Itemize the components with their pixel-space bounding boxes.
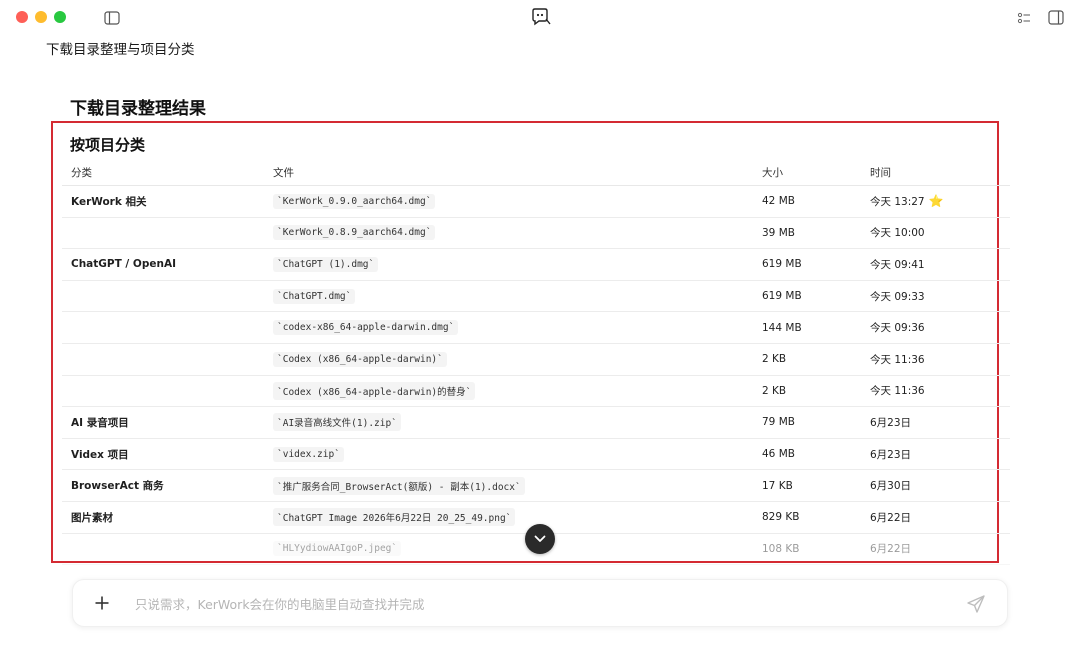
attach-button[interactable] — [91, 592, 113, 614]
file-name: `Codex (x86_64-apple-darwin)的替身` — [273, 381, 476, 400]
send-button[interactable] — [965, 593, 987, 615]
header-file: 文件 — [273, 167, 294, 179]
file-name: `ChatGPT Image 2026年6月22日 20_25_49.png` — [273, 508, 516, 527]
row-category: Videx 项目 — [71, 448, 129, 461]
row-size: 39 MB — [762, 226, 795, 239]
plus-icon — [94, 595, 110, 611]
table-row: Videx 项目 `videx.zip` 46 MB 6月23日 — [62, 439, 1010, 471]
table-row: ChatGPT / OpenAI `ChatGPT (1).dmg` 619 M… — [62, 249, 1010, 281]
file-name: `videx.zip` — [273, 446, 344, 462]
row-category: ChatGPT / OpenAI — [71, 258, 176, 271]
row-file: `KerWork_0.8.9_aarch64.dmg` — [273, 218, 436, 249]
zoom-window-button[interactable] — [54, 11, 66, 23]
row-size: 144 MB — [762, 321, 802, 334]
row-file: `Codex (x86_64-apple-darwin)的替身` — [273, 376, 476, 407]
row-time: 6月22日 — [870, 511, 912, 524]
table-row: BrowserAct 商务 `推广服务合同_BrowserAct(额版) - 副… — [62, 470, 1010, 502]
row-file: `ChatGPT Image 2026年6月22日 20_25_49.png` — [273, 502, 516, 533]
file-name: `AI录音高线文件(1).zip` — [273, 413, 401, 432]
row-size: 2 KB — [762, 384, 787, 397]
table-row: `Codex (x86_64-apple-darwin)` 2 KB 今天 11… — [62, 344, 1010, 376]
row-file: `Codex (x86_64-apple-darwin)` — [273, 344, 447, 375]
row-size: 17 KB — [762, 479, 793, 492]
chevron-down-icon — [534, 535, 546, 543]
time-text: 今天 13:27 — [870, 195, 925, 208]
table-row: `ChatGPT.dmg` 619 MB 今天 09:33 — [62, 281, 1010, 313]
row-category: 图片素材 — [71, 511, 113, 524]
star-icon: ⭐ — [928, 194, 944, 209]
row-size: 619 MB — [762, 258, 802, 271]
row-time: 今天 09:36 — [870, 322, 925, 335]
file-table: 分类 文件 大小 时间 KerWork 相关 `KerWork_0.9.0_aa… — [62, 160, 1010, 566]
row-time: 今天 09:33 — [870, 290, 925, 303]
panel-icon[interactable] — [1048, 10, 1064, 25]
header-size: 大小 — [762, 167, 783, 179]
row-file: `ChatGPT (1).dmg` — [273, 249, 379, 280]
app-window: 下载目录整理与项目分类 下载目录整理结果 按项目分类 分类 文件 大小 时间 K… — [0, 0, 1080, 648]
file-name: `codex-x86_64-apple-darwin.dmg` — [273, 320, 459, 336]
file-name: `KerWork_0.8.9_aarch64.dmg` — [273, 225, 436, 241]
row-time: 今天 09:41 — [870, 258, 925, 271]
file-name: `HLYydiowAAIgoP.jpeg` — [273, 541, 402, 557]
section-heading: 按项目分类 — [70, 136, 146, 154]
send-icon — [966, 594, 986, 614]
row-category: AI 录音项目 — [71, 416, 129, 429]
row-file: `AI录音高线文件(1).zip` — [273, 407, 401, 438]
file-name: `Codex (x86_64-apple-darwin)` — [273, 351, 447, 367]
header-category: 分类 — [71, 167, 92, 179]
row-time: 6月23日 — [870, 416, 912, 429]
minimize-window-button[interactable] — [35, 11, 47, 23]
file-name: `推广服务合同_BrowserAct(额版) - 副本(1).docx` — [273, 476, 525, 495]
header-time: 时间 — [870, 167, 891, 179]
title-bar — [0, 0, 1080, 34]
composer — [72, 579, 1008, 628]
sidebar-toggle-icon[interactable] — [104, 11, 120, 25]
row-size: 46 MB — [762, 448, 795, 461]
table-row: KerWork 相关 `KerWork_0.9.0_aarch64.dmg` 4… — [62, 186, 1010, 218]
row-category: BrowserAct 商务 — [71, 480, 164, 493]
row-time: 6月22日 — [870, 543, 912, 556]
row-file: `codex-x86_64-apple-darwin.dmg` — [273, 312, 459, 343]
row-file: `HLYydiowAAIgoP.jpeg` — [273, 534, 402, 565]
row-time: 今天 11:36 — [870, 353, 925, 366]
row-size: 619 MB — [762, 290, 802, 303]
row-size: 108 KB — [762, 542, 800, 555]
row-size: 2 KB — [762, 353, 787, 366]
row-time: 6月23日 — [870, 448, 912, 461]
file-name: `ChatGPT.dmg` — [273, 288, 356, 304]
row-size: 79 MB — [762, 416, 795, 429]
table-row: `codex-x86_64-apple-darwin.dmg` 144 MB 今… — [62, 312, 1010, 344]
message-input[interactable] — [135, 580, 935, 628]
row-time: 今天 13:27 ⭐ — [870, 186, 944, 217]
tasks-icon[interactable] — [1017, 11, 1031, 25]
row-file: `推广服务合同_BrowserAct(额版) - 副本(1).docx` — [273, 470, 525, 501]
scroll-down-button[interactable] — [525, 524, 555, 554]
row-file: `ChatGPT.dmg` — [273, 281, 356, 312]
row-time: 6月30日 — [870, 480, 912, 493]
table-row: AI 录音项目 `AI录音高线文件(1).zip` 79 MB 6月23日 — [62, 407, 1010, 439]
table-row: `Codex (x86_64-apple-darwin)的替身` 2 KB 今天… — [62, 376, 1010, 408]
row-file: `videx.zip` — [273, 439, 344, 470]
table-row: `KerWork_0.8.9_aarch64.dmg` 39 MB 今天 10:… — [62, 218, 1010, 250]
row-file: `KerWork_0.9.0_aarch64.dmg` — [273, 186, 436, 217]
table-header: 分类 文件 大小 时间 — [62, 160, 1010, 186]
row-size: 829 KB — [762, 511, 800, 524]
chat-title: 下载目录整理与项目分类 — [46, 42, 195, 58]
result-heading: 下载目录整理结果 — [70, 99, 206, 119]
app-logo-icon — [530, 7, 552, 27]
close-window-button[interactable] — [16, 11, 28, 23]
row-size: 42 MB — [762, 195, 795, 208]
row-category: KerWork 相关 — [71, 195, 147, 208]
row-time: 今天 11:36 — [870, 385, 925, 398]
file-name: `ChatGPT (1).dmg` — [273, 256, 379, 272]
row-time: 今天 10:00 — [870, 227, 925, 240]
file-name: `KerWork_0.9.0_aarch64.dmg` — [273, 193, 436, 209]
